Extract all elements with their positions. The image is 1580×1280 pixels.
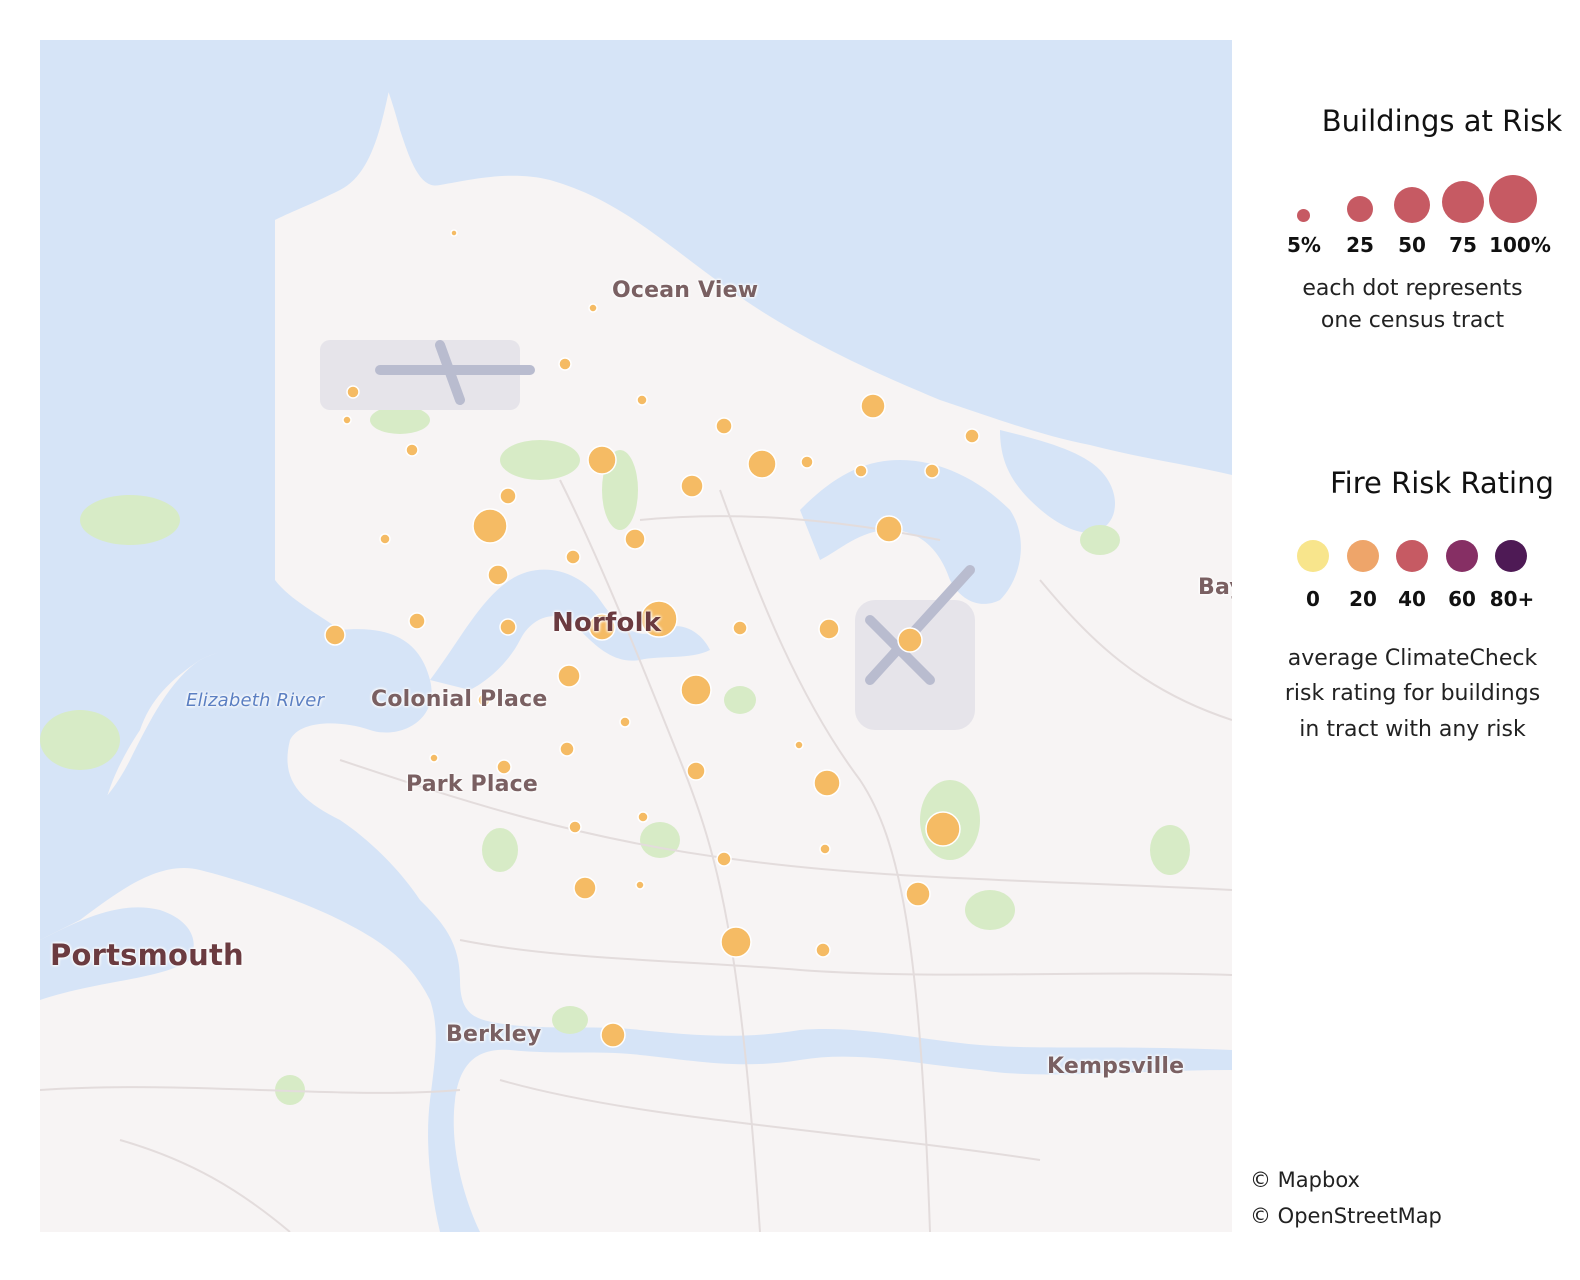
tract-dot-48[interactable] [635,880,645,890]
tract-dot-9[interactable] [715,417,733,435]
color-dot-0 [1297,540,1329,572]
color-note-line-3: in tract with any risk [1299,717,1526,742]
tract-dot-8[interactable] [587,445,617,475]
size-note-line-1: each dot represents [1302,276,1523,301]
label-colonial-place: Colonial Place [371,687,548,712]
label-kempsville: Kempsville [1047,1054,1185,1079]
tract-dot-47[interactable] [573,876,597,900]
tract-dot-24[interactable] [324,624,346,646]
osm-attribution[interactable]: © OpenStreetMap [1250,1204,1442,1228]
color-note-line-2: risk rating for buildings [1284,681,1541,706]
tract-dot-23[interactable] [487,564,509,586]
tract-dot-40[interactable] [686,761,706,781]
label-bay: Bay [1198,575,1232,600]
tract-dot-17[interactable] [499,487,517,505]
tract-dot-11[interactable] [964,428,980,444]
tract-dot-50[interactable] [720,926,752,958]
label-berkley: Berkley [446,1022,542,1047]
size-dot-25 [1347,196,1373,222]
label-portsmouth: Portsmouth [50,938,244,972]
tract-dot-37[interactable] [559,741,575,757]
tract-dot-45[interactable] [819,843,831,855]
map-canvas[interactable]: Ocean View Norfolk Colonial Place Park P… [40,40,1232,1232]
eastern-creek-water [800,460,1021,604]
tract-dot-6[interactable] [636,394,648,406]
tract-dot-18[interactable] [472,508,508,544]
color-dot-80 [1495,540,1527,572]
tract-dot-3[interactable] [558,357,572,371]
tract-dot-41[interactable] [813,769,841,797]
tract-dot-35[interactable] [619,716,631,728]
size-legend-title: Buildings at Risk [1321,104,1563,138]
tract-dot-15[interactable] [854,464,868,478]
naval-airfield [320,340,535,410]
tract-dot-29[interactable] [732,620,748,636]
size-dot-5 [1297,209,1310,222]
tract-dot-43[interactable] [637,811,649,823]
size-dot-50 [1394,187,1430,223]
label-park-place: Park Place [406,772,538,797]
color-dot-60 [1446,540,1478,572]
tract-dot-4[interactable] [346,385,360,399]
legend: Buildings at Risk 5% 25 50 75 100% each … [1240,0,1580,1280]
color-legend-title: Fire Risk Rating [1330,466,1554,500]
tract-dot-21[interactable] [875,515,903,543]
tract-dot-1[interactable] [450,229,458,237]
tract-dot-10[interactable] [860,393,886,419]
label-ocean-view: Ocean View [612,278,759,303]
color-label-80: 80+ [1489,587,1535,611]
tract-dot-33[interactable] [680,674,712,706]
color-dot-20 [1347,540,1379,572]
tract-dot-38[interactable] [794,740,804,750]
elizabeth-river-water [40,629,1232,1232]
tract-dot-30[interactable] [818,618,840,640]
size-note-line-2: one census tract [1320,308,1505,333]
tract-dot-12[interactable] [747,449,777,479]
label-elizabeth-river: Elizabeth River [186,690,325,711]
color-dot-40 [1396,540,1428,572]
tract-dot-14[interactable] [800,455,814,469]
tract-dot-42[interactable] [925,811,961,847]
color-note-line-1: average ClimateCheck [1287,646,1538,671]
tract-dot-46[interactable] [716,851,732,867]
tract-dot-49[interactable] [905,881,931,907]
tract-dot-19[interactable] [624,528,646,550]
tract-dot-2[interactable] [588,303,598,313]
tract-dot-13[interactable] [680,474,704,498]
mapbox-attribution[interactable]: © Mapbox [1250,1168,1360,1192]
tract-dot-16[interactable] [924,463,940,479]
tract-dot-26[interactable] [499,618,517,636]
tract-dot-31[interactable] [897,627,923,653]
tract-dot-36[interactable] [429,753,439,763]
size-label-100: 100% [1489,233,1551,257]
tract-dot-20[interactable] [565,549,581,565]
tract-dot-22[interactable] [379,533,391,545]
tract-dot-7[interactable] [405,443,419,457]
tract-dot-52[interactable] [600,1022,626,1048]
tract-dot-25[interactable] [408,612,426,630]
tract-dot-51[interactable] [815,942,831,958]
tract-dot-44[interactable] [568,820,582,834]
size-dot-75 [1442,181,1484,223]
label-norfolk: Norfolk [552,608,662,638]
tract-dot-5[interactable] [342,415,352,425]
tract-dot-32[interactable] [557,664,581,688]
size-dot-100 [1489,175,1537,223]
